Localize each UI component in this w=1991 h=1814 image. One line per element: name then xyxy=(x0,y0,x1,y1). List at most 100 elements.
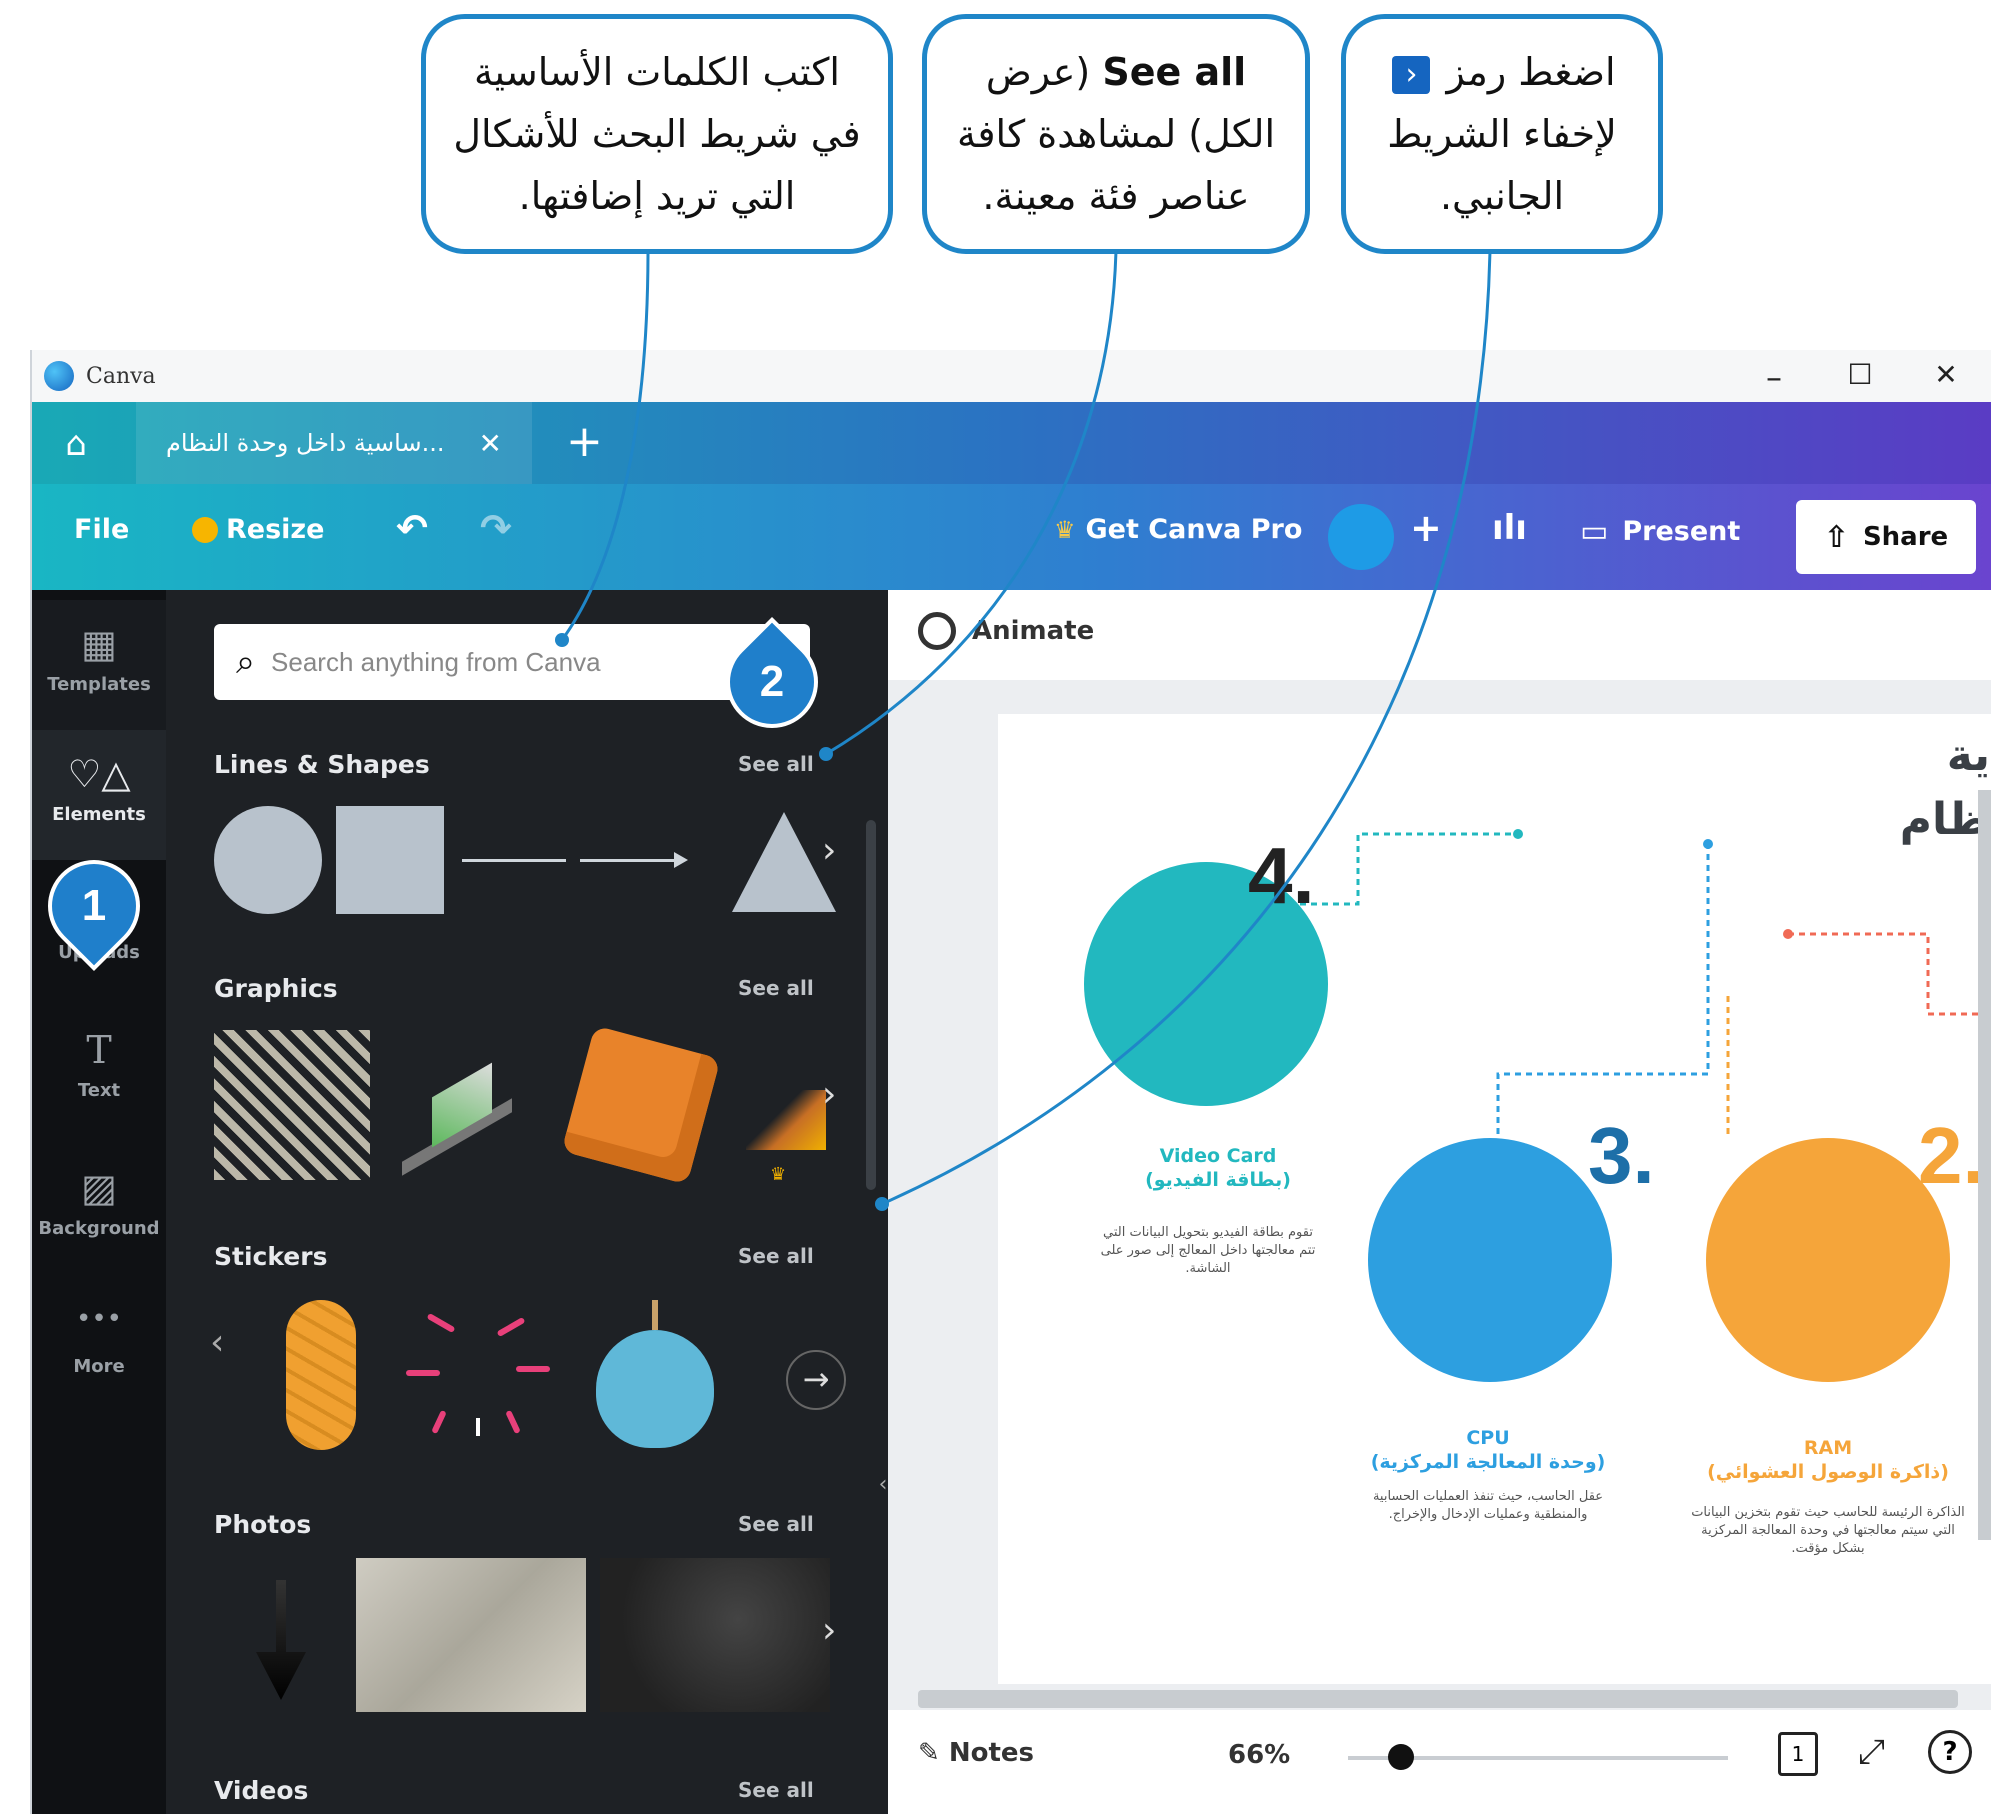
photo-paper-texture[interactable] xyxy=(356,1558,586,1712)
square-shape[interactable] xyxy=(336,806,444,914)
next-arrow-graphics[interactable]: › xyxy=(822,1074,836,1115)
line-shape[interactable] xyxy=(462,859,566,862)
triangle-shape[interactable] xyxy=(732,812,836,912)
add-collaborator-button[interactable]: + xyxy=(1410,506,1442,550)
rail-item-more[interactable]: ••• More xyxy=(32,1282,166,1412)
more-icon: ••• xyxy=(75,1304,122,1334)
premium-crown-icon: ♛ xyxy=(770,1164,787,1185)
rail-item-templates[interactable]: ▦ Templates xyxy=(32,600,166,730)
notes-label: Notes xyxy=(948,1738,1035,1768)
resize-label: Resize xyxy=(226,514,325,545)
page-count-button[interactable]: 1 xyxy=(1778,1732,1818,1776)
arrow-line-shape[interactable] xyxy=(580,859,680,862)
redo-button[interactable]: ↷ xyxy=(480,506,512,550)
marker-number-2: 2 xyxy=(759,657,785,706)
design-label-cpu: CPU (وحدة المعالجة المركزية) xyxy=(1338,1426,1638,1474)
design-label-cpu-ar: (وحدة المعالجة المركزية) xyxy=(1370,1451,1606,1473)
next-arrow-stickers[interactable]: → xyxy=(786,1350,846,1410)
animate-bar: Animate xyxy=(888,590,1991,680)
left-rail: ▦ Templates ♡△ Elements ☁ Uploads T Text… xyxy=(32,590,166,1814)
search-bar[interactable]: ⌕ xyxy=(214,624,810,700)
design-page[interactable]: ية ظام 4. Video Card (بطاقة الفيديو) تقو… xyxy=(998,714,1991,1684)
zoom-slider-handle[interactable] xyxy=(1388,1744,1414,1770)
arrow-head-icon xyxy=(674,852,688,868)
search-input[interactable] xyxy=(271,646,742,678)
design-label-ram: RAM (ذاكرة الوصول العشوائي) xyxy=(1678,1436,1978,1484)
see-all-videos[interactable]: See all xyxy=(738,1778,814,1802)
canvas-vertical-scrollbar[interactable] xyxy=(1978,790,1991,1540)
design-number-2: 2. xyxy=(1918,1111,1985,1200)
rail-label-more: More xyxy=(73,1356,125,1377)
sticker-orange-pill[interactable] xyxy=(286,1300,356,1450)
sticker-firework[interactable] xyxy=(406,1310,556,1440)
help-button[interactable]: ? xyxy=(1928,1730,1972,1774)
close-window-button[interactable]: ✕ xyxy=(1926,358,1966,391)
undo-button[interactable]: ↶ xyxy=(396,506,428,550)
tab-bar: ⌂ ...ساسية داخل وحدة النظام ✕ + xyxy=(32,402,1991,484)
design-desc-video-card: تقوم بطاقة الفيديو بتحويل البيانات التي … xyxy=(1100,1225,1316,1276)
present-label: Present xyxy=(1622,516,1741,547)
animate-button[interactable]: Animate xyxy=(972,616,1094,646)
design-label-ram-ar: (ذاكرة الوصول العشوائي) xyxy=(1707,1461,1949,1483)
resize-button[interactable]: Resize xyxy=(192,514,324,545)
see-all-photos[interactable]: See all xyxy=(738,1512,814,1536)
rail-item-text[interactable]: T Text xyxy=(32,1006,166,1136)
sticker-ornament[interactable] xyxy=(596,1300,716,1450)
design-circle-cpu[interactable] xyxy=(1368,1138,1612,1382)
share-button[interactable]: ⇧ Share xyxy=(1796,500,1976,574)
get-canva-pro-button[interactable]: ♛ Get Canva Pro xyxy=(1054,514,1302,545)
present-icon: ▭ xyxy=(1580,514,1609,549)
see-all-graphics[interactable]: See all xyxy=(738,976,814,1000)
next-arrow-lines-shapes[interactable]: › xyxy=(822,830,836,871)
prev-arrow-stickers[interactable]: ‹ xyxy=(210,1322,224,1363)
rail-item-elements[interactable]: ♡△ Elements xyxy=(32,730,166,860)
marker-number-1: 1 xyxy=(81,881,107,930)
canvas-area: ية ظام 4. Video Card (بطاقة الفيديو) تقو… xyxy=(888,680,1991,1710)
canvas-horizontal-scrollbar[interactable] xyxy=(918,1690,1958,1708)
panel-scrollbar[interactable] xyxy=(866,820,876,1190)
rail-item-background[interactable]: ▨ Background xyxy=(32,1144,166,1274)
design-circle-ram[interactable] xyxy=(1706,1138,1950,1382)
zoom-level[interactable]: 66% xyxy=(1228,1740,1290,1770)
insights-icon[interactable]: ılı xyxy=(1492,508,1527,548)
user-avatar[interactable] xyxy=(1328,504,1394,570)
design-number-4: 4. xyxy=(1248,831,1315,920)
new-tab-button[interactable]: + xyxy=(566,416,603,467)
see-all-tip-line1: See all (عرض xyxy=(957,41,1275,103)
home-icon[interactable]: ⌂ xyxy=(54,422,98,466)
rail-label-background: Background xyxy=(38,1218,160,1239)
graphic-growth-stairs[interactable] xyxy=(402,1060,512,1176)
circle-shape[interactable] xyxy=(214,806,322,914)
animate-icon xyxy=(918,612,956,650)
graphic-confetti[interactable] xyxy=(214,1030,370,1180)
notes-button[interactable]: ✎ Notes xyxy=(918,1738,1034,1768)
close-tab-icon[interactable]: ✕ xyxy=(479,427,502,460)
search-tip-line1: اكتب الكلمات الأساسية xyxy=(474,50,840,94)
rail-label-templates: Templates xyxy=(47,674,151,695)
design-desc-ram: الذاكرة الرئيسة للحاسب حيث تقوم بتخزين ا… xyxy=(1691,1505,1965,1556)
text-icon: T xyxy=(86,1028,112,1072)
elements-panel: ⌕ Lines & Shapes See all › Graphics See … xyxy=(166,590,888,1814)
rail-label-text: Text xyxy=(77,1080,121,1101)
search-tip-line3: التي تريد إضافتها. xyxy=(518,174,796,218)
see-all-stickers[interactable]: See all xyxy=(738,1244,814,1268)
present-button[interactable]: ▭ Present xyxy=(1580,514,1740,549)
photo-chalkboard[interactable] xyxy=(600,1558,830,1712)
editor-menubar: File Resize ↶ ↷ ♛ Get Canva Pro + ılı ▭ Pr… xyxy=(32,484,1991,590)
crown-icon: ♛ xyxy=(1054,515,1076,544)
next-arrow-photos[interactable]: › xyxy=(822,1610,836,1651)
minimize-button[interactable]: – xyxy=(1754,358,1794,396)
see-all-tip-rest: (عرض xyxy=(985,50,1091,94)
see-all-lines-shapes[interactable]: See all xyxy=(738,752,814,776)
photo-black-arrow[interactable] xyxy=(256,1580,306,1700)
resize-icon xyxy=(192,516,218,543)
section-title-photos: Photos xyxy=(214,1510,312,1539)
rail-label-elements: Elements xyxy=(52,804,146,825)
tab-design[interactable]: ...ساسية داخل وحدة النظام ✕ xyxy=(136,402,532,484)
graphic-orange-cube[interactable] xyxy=(561,1025,721,1185)
file-menu[interactable]: File xyxy=(74,514,129,545)
section-title-lines-shapes: Lines & Shapes xyxy=(214,750,430,779)
maximize-button[interactable]: ☐ xyxy=(1840,358,1880,391)
graphic-partial[interactable] xyxy=(746,1090,826,1150)
fullscreen-icon[interactable]: ⤢ xyxy=(1858,1732,1885,1772)
